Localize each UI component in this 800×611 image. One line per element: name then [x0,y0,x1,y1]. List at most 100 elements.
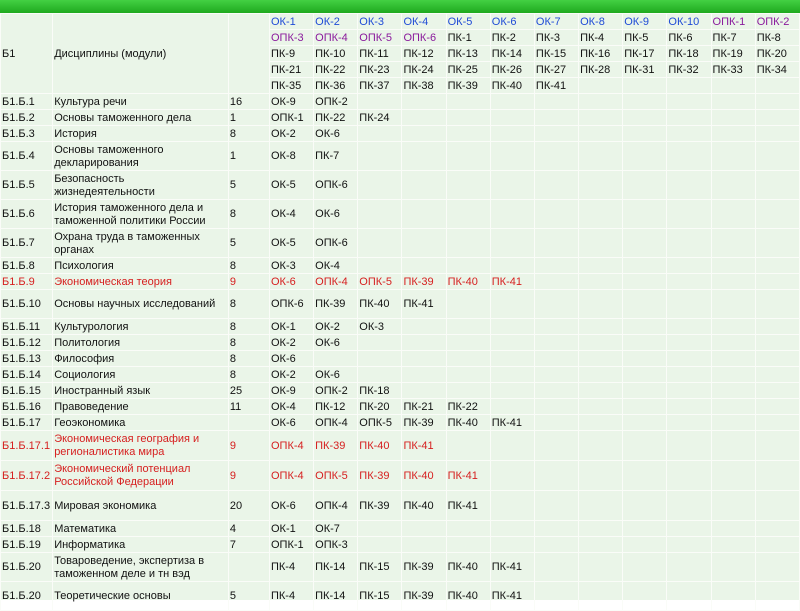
competency-cell [533,93,580,110]
competency-cell: ОК-6 [268,350,315,367]
competency-cell [533,228,580,258]
competency-cell [357,93,403,110]
competency-cell [622,170,668,200]
competency-cell [710,430,756,461]
competency-header-cell: ПК-34 [754,61,800,78]
competency-cell: ОК-5 [268,228,315,258]
competency-cell [578,430,624,461]
competency-cell: ОПК-1 [268,109,315,126]
discipline-code: Б1.Б.2 [0,109,54,126]
competency-cell [754,382,800,399]
competency-cell [313,350,359,367]
competency-cell [401,228,447,258]
competency-cell: ОК-6 [313,366,359,383]
competency-cell [445,382,491,399]
competency-cell [489,109,535,126]
discipline-code: Б1.Б.20 [0,552,54,582]
competency-cell [533,581,580,611]
competency-header-cell: ПК-21 [268,61,315,78]
competency-cell [533,414,580,431]
competency-header-cell: ПК-19 [710,45,756,62]
competency-cell [489,366,535,383]
competency-cell: ОК-9 [268,382,315,399]
discipline-code: Б1.Б.1 [0,93,54,110]
competency-cell [357,170,403,200]
competency-cell [489,257,535,274]
competency-cell: ПК-22 [313,109,359,126]
competency-cell [533,141,580,171]
competency-cell [445,109,491,126]
competency-cell [445,318,491,335]
competency-cell [754,170,800,200]
competency-cell [578,581,624,611]
competency-cell [357,199,403,229]
competency-header-cell: ПК-9 [268,45,315,62]
competency-cell [710,414,756,431]
competency-cell: ПК-4 [268,581,315,611]
competency-cell [666,414,712,431]
discipline-code: Б1.Б.19 [0,536,54,553]
discipline-row: Б1.Б.16 Правоведение 11 ОК-4 ПК-12 ПК-20 ПК-21… [0,398,800,415]
competency-cell [578,93,624,110]
discipline-name: Геоэкономика [52,414,229,431]
competency-header-cell: ПК-16 [578,45,624,62]
competency-cell [666,398,712,415]
competency-cell [401,170,447,200]
discipline-row: Б1.Б.9 Экономическая теория 9 ОК-6 ОПК-4 ОПК-… [0,273,800,290]
discipline-hours: 5 [227,228,270,258]
competency-cell [533,536,580,553]
competency-cell: ПК-41 [445,490,491,521]
competency-cell [401,334,447,351]
competency-matrix-table: Б1 Дисциплины (модули) ОК-1 ОК-2 ОК-3 ОК-4 ОК-… [0,13,800,611]
competency-header-cell: ОПК-3 [268,29,315,46]
discipline-code: Б1.Б.11 [0,318,54,335]
competency-cell [622,199,668,229]
competency-cell [489,170,535,200]
competency-cell [401,536,447,553]
competency-cell [578,366,624,383]
competency-cell [445,93,491,110]
discipline-name: История [52,125,229,142]
competency-header-cell [666,77,712,94]
discipline-row: Б1.Б.5 Безопасность жизнедеятельности 5 ОК-… [0,170,800,200]
competency-cell [357,350,403,367]
competency-cell [578,109,624,126]
header-title-cell: Дисциплины (модули) [52,13,229,94]
discipline-row: Б1.Б.1 Культура речи 16 ОК-9 ОПК-2 [0,93,800,110]
discipline-row: Б1.Б.17.2 Экономический потенциал Российс… [0,460,800,491]
competency-cell [533,490,580,521]
discipline-row: Б1.Б.11 Культурология 8 ОК-1 ОК-2 ОК-3 [0,318,800,335]
competency-cell [357,125,403,142]
discipline-name: Основы таможенного дела [52,109,229,126]
competency-cell [710,366,756,383]
competency-cell: ОК-3 [357,318,403,335]
competency-cell: ОК-4 [268,398,315,415]
discipline-code: Б1.Б.8 [0,257,54,274]
competency-cell [578,257,624,274]
competency-cell [578,199,624,229]
discipline-row: Б1.Б.7 Охрана труда в таможенных органах 5… [0,228,800,258]
competency-cell: ОК-4 [268,199,315,229]
competency-cell [578,289,624,319]
competency-cell [666,490,712,521]
competency-cell: ПК-39 [401,414,447,431]
competency-cell [710,93,756,110]
competency-cell [754,581,800,611]
competency-cell [622,141,668,171]
competency-cell [710,536,756,553]
discipline-hours: 11 [227,398,270,415]
competency-cell [489,350,535,367]
competency-cell: ПК-41 [401,430,447,461]
competency-cell [533,552,580,582]
competency-header-cell: ОК-5 [445,13,491,30]
competency-cell [357,334,403,351]
discipline-name: Культура речи [52,93,229,110]
discipline-code: Б1.Б.5 [0,170,54,200]
discipline-name: Охрана труда в таможенных органах [52,228,229,258]
competency-cell [710,460,756,491]
competency-cell: ОПК-2 [313,93,359,110]
discipline-row: Б1.Б.13 Философия 8 ОК-6 [0,350,800,367]
competency-cell: ПК-40 [445,581,491,611]
competency-cell [622,273,668,290]
competency-cell [445,430,491,461]
